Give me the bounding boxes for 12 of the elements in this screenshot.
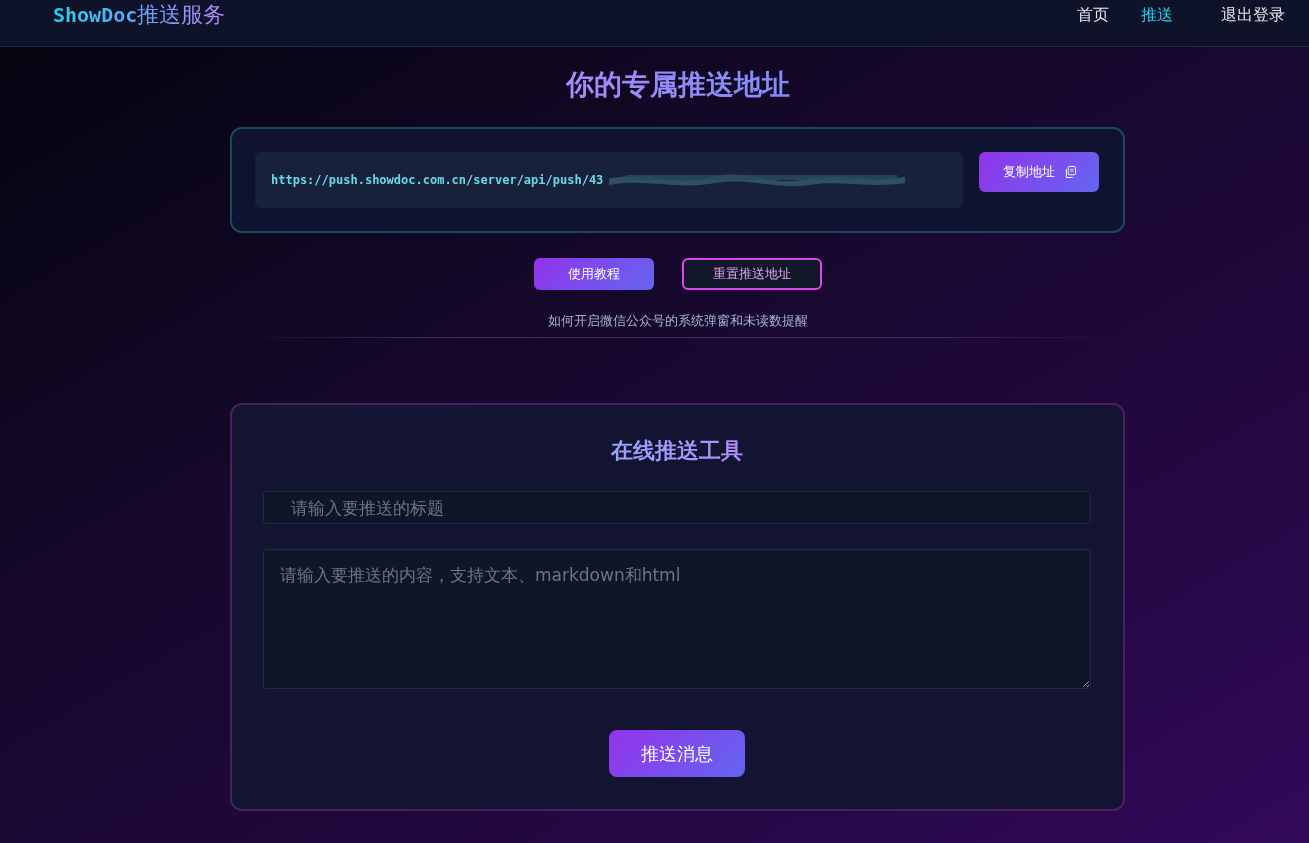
content-field[interactable]: 请输入要推送的内容，支持文本、markdown和html	[263, 549, 1091, 689]
help-link[interactable]: 如何开启微信公众号的系统弹窗和未读数提醒	[547, 312, 808, 330]
tutorial-button[interactable]: 使用教程	[533, 258, 654, 290]
nav-link[interactable]: 退出登录	[1221, 4, 1285, 26]
nav-link[interactable]: 首页	[1077, 4, 1109, 26]
reset-address-button[interactable]: 重置推送地址	[681, 258, 822, 290]
push-url: https://push.showdoc.com.cn/server/api/push/43	[271, 173, 604, 187]
nav-link[interactable]: 推送	[1141, 4, 1173, 26]
copy-icon	[1064, 166, 1076, 178]
title-field[interactable]: 请输入要推送的标题	[263, 491, 1091, 524]
copy-address-button[interactable]: 复制地址	[979, 152, 1099, 192]
push-message-button[interactable]: 推送消息	[609, 730, 745, 777]
